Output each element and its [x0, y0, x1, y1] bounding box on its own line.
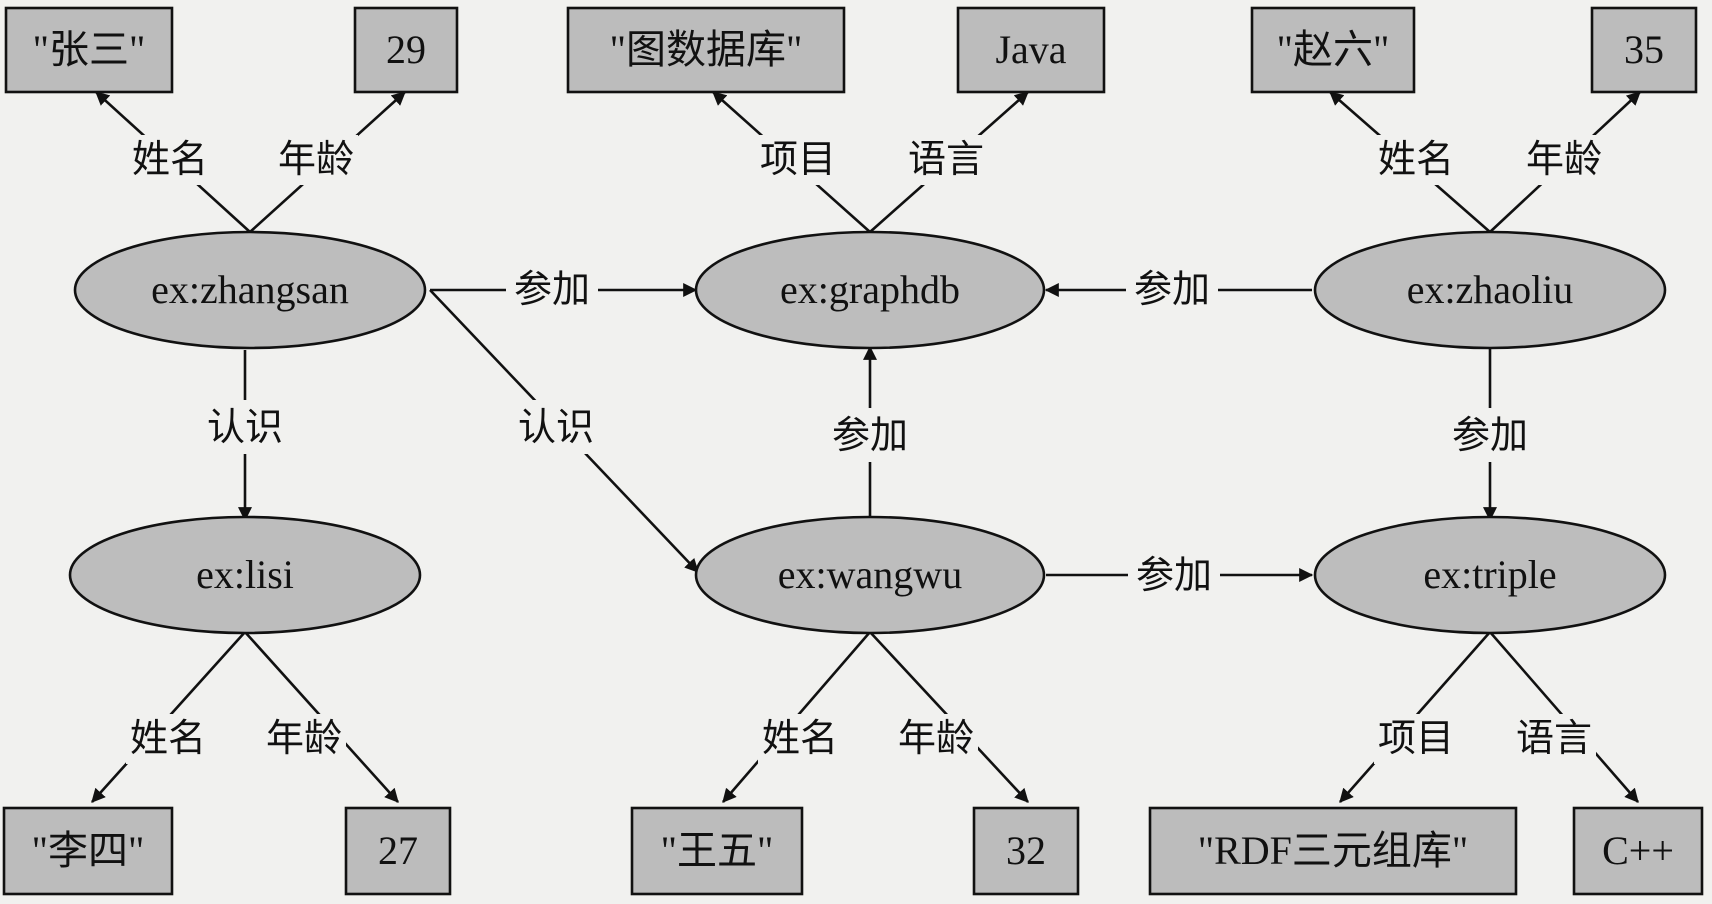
literal-text-triple-lang: C++: [1602, 828, 1674, 873]
literal-text-wangwu-age: 32: [1006, 828, 1046, 873]
literal-zhaoliu-age: 35: [1590, 6, 1698, 94]
literal-text-zhaoliu-age: 35: [1624, 27, 1664, 72]
graph-canvas: 姓名 年龄 项目 语言 姓名 年龄 参加 参加 认识 认识 参加 参加 参加 姓…: [2, 6, 1704, 896]
edge-label-lisi-age: 年龄: [266, 716, 342, 760]
edge-label-lisi-name: 姓名: [130, 716, 206, 760]
edge-label-zhangsan-name: 姓名: [132, 137, 208, 181]
edge-label-wangwu-graphdb: 参加: [832, 413, 908, 457]
literal-text-zhaoliu-name: "赵六": [1277, 27, 1390, 72]
literal-zhaoliu-name: "赵六": [1250, 6, 1416, 94]
node-label-zhaoliu: ex:zhaoliu: [1407, 267, 1574, 312]
node-lisi: ex:lisi: [68, 515, 422, 635]
edge-label-zhaoliu-name: 姓名: [1378, 137, 1454, 181]
literal-zhangsan-name: "张三": [4, 6, 174, 94]
literal-lisi-age: 27: [344, 806, 452, 896]
rdf-graph-diagram: 姓名 年龄 项目 语言 姓名 年龄 参加 参加 认识 认识 参加 参加 参加 姓…: [0, 0, 1712, 904]
edge-label-zhaoliu-graphdb: 参加: [1134, 267, 1210, 311]
literal-triple-project: "RDF三元组库": [1148, 806, 1518, 896]
node-label-zhangsan: ex:zhangsan: [151, 267, 349, 312]
edge-label-zhangsan-wangwu: 认识: [518, 405, 594, 449]
node-label-triple: ex:triple: [1423, 552, 1556, 597]
literal-triple-lang: C++: [1572, 806, 1704, 896]
node-wangwu: ex:wangwu: [694, 515, 1046, 635]
literal-text-zhangsan-age: 29: [386, 27, 426, 72]
literal-zhangsan-age: 29: [353, 6, 459, 94]
edge-label-triple-lang: 语言: [1516, 716, 1592, 760]
node-zhangsan: ex:zhangsan: [73, 230, 427, 350]
node-label-wangwu: ex:wangwu: [778, 552, 962, 597]
literal-graphdb-lang: Java: [956, 6, 1106, 94]
node-label-graphdb: ex:graphdb: [780, 267, 960, 312]
literal-text-triple-project: "RDF三元组库": [1198, 828, 1468, 873]
edge-label-graphdb-lang: 语言: [908, 137, 984, 181]
edge-label-wangwu-triple: 参加: [1136, 553, 1212, 597]
edge-label-zhaoliu-triple: 参加: [1452, 413, 1528, 457]
literal-text-lisi-age: 27: [378, 828, 418, 873]
edge-label-zhaoliu-age: 年龄: [1526, 137, 1602, 181]
literal-text-graphdb-lang: Java: [995, 27, 1066, 72]
edge-label-wangwu-name: 姓名: [762, 716, 838, 760]
node-zhaoliu: ex:zhaoliu: [1313, 230, 1667, 350]
edge-label-zhangsan-graphdb: 参加: [514, 267, 590, 311]
literal-wangwu-age: 32: [972, 806, 1080, 896]
literal-text-wangwu-name: "王五": [661, 828, 774, 873]
edge-label-triple-project: 项目: [1378, 716, 1454, 760]
literal-graphdb-project: "图数据库": [566, 6, 846, 94]
node-triple: ex:triple: [1313, 515, 1667, 635]
literal-text-lisi-name: "李四": [32, 828, 145, 873]
literal-wangwu-name: "王五": [630, 806, 804, 896]
literal-text-zhangsan-name: "张三": [33, 27, 146, 72]
literal-lisi-name: "李四": [2, 806, 174, 896]
edge-label-wangwu-age: 年龄: [898, 716, 974, 760]
edge-label-graphdb-project: 项目: [760, 137, 836, 181]
literal-text-graphdb-project: "图数据库": [610, 27, 803, 72]
node-graphdb: ex:graphdb: [694, 230, 1046, 350]
node-label-lisi: ex:lisi: [196, 552, 294, 597]
edge-label-zhangsan-age: 年龄: [278, 137, 354, 181]
edge-label-zhangsan-lisi: 认识: [207, 405, 283, 449]
